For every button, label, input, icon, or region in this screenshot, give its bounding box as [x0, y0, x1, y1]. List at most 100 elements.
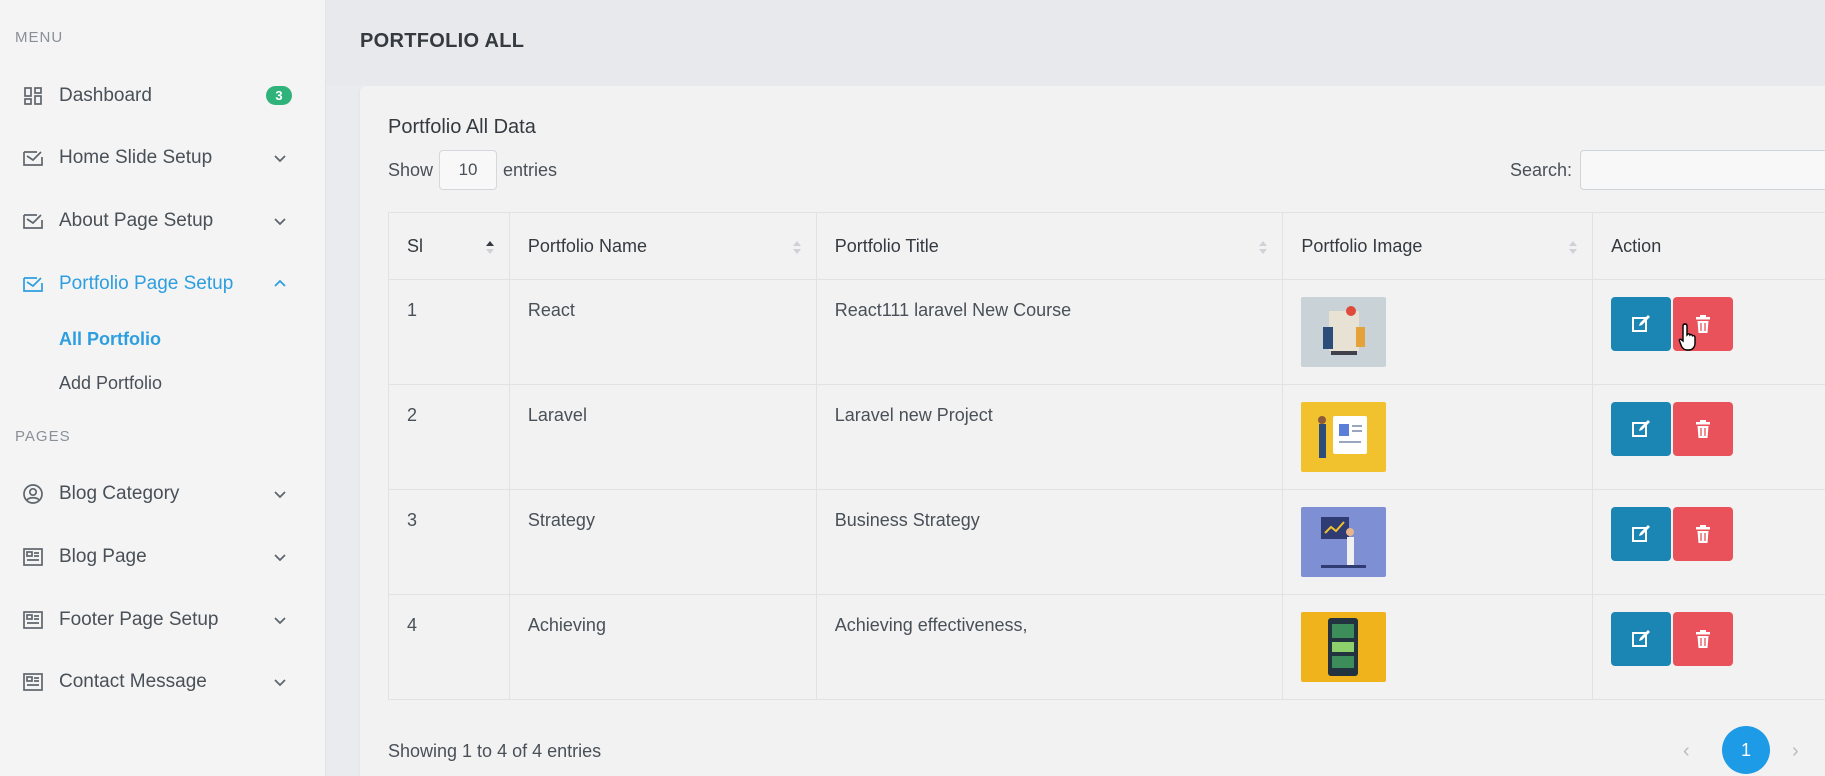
pagination-previous[interactable]: ‹	[1683, 740, 1690, 763]
cell-portfolio-image	[1282, 489, 1594, 595]
chevron-down-icon	[274, 617, 286, 625]
newspaper-icon	[22, 546, 44, 568]
sort-icon	[1569, 241, 1578, 254]
sidebar-item-about-page-setup[interactable]: About Page Setup	[0, 195, 326, 247]
cell-portfolio-title: Laravel new Project	[815, 384, 1284, 490]
edit-icon	[1632, 525, 1651, 542]
sidebar-subitem-add-portfolio[interactable]: Add Portfolio	[59, 373, 162, 394]
pages-section-title: PAGES	[15, 428, 71, 445]
sidebar-subitem-all-portfolio[interactable]: All Portfolio	[59, 329, 161, 350]
newspaper-icon	[22, 671, 44, 693]
sidebar-item-blog-category[interactable]: Blog Category	[0, 468, 326, 520]
edit-icon	[1632, 420, 1651, 437]
portfolio-thumbnail	[1301, 402, 1387, 472]
cell-actions	[1592, 279, 1825, 385]
cell-sl: 4	[388, 594, 510, 700]
delete-button[interactable]	[1673, 612, 1734, 666]
table-row: 3 Strategy Business Strategy	[388, 489, 1825, 595]
sidebar-item-label: Blog Category	[59, 483, 180, 504]
sort-asc-icon	[485, 241, 494, 254]
search-control: Search:	[1510, 150, 1825, 190]
cell-portfolio-image	[1282, 384, 1594, 490]
portfolio-thumbnail	[1301, 612, 1387, 682]
sidebar-item-label: Portfolio Page Setup	[59, 273, 234, 294]
cell-portfolio-name: Strategy	[508, 489, 817, 595]
portfolio-thumbnail	[1301, 297, 1387, 367]
sidebar-item-home-slide-setup[interactable]: Home Slide Setup	[0, 132, 326, 184]
pagination-page-1[interactable]: 1	[1722, 726, 1770, 774]
cell-portfolio-name: Achieving	[508, 594, 817, 700]
newspaper-icon	[22, 609, 44, 631]
delete-button[interactable]	[1673, 507, 1734, 561]
cell-portfolio-image	[1282, 279, 1594, 385]
page-title: PORTFOLIO ALL	[360, 30, 525, 52]
table-info: Showing 1 to 4 of 4 entries	[388, 741, 602, 761]
table-header-row: Sl Portfolio Name Portfolio Title Portfo…	[388, 212, 1825, 280]
portfolio-thumbnail	[1301, 507, 1387, 577]
cell-portfolio-title: React111 laravel New Course	[815, 279, 1284, 385]
portfolio-table: Sl Portfolio Name Portfolio Title Portfo…	[388, 212, 1825, 700]
pagination-next[interactable]: ›	[1792, 740, 1799, 763]
search-input[interactable]	[1580, 150, 1825, 190]
inbox-icon	[22, 273, 44, 295]
card-title: Portfolio All Data	[388, 116, 536, 138]
page-header: PORTFOLIO ALL	[326, 0, 1825, 85]
chevron-up-icon	[274, 279, 286, 287]
menu-section-title: MENU	[15, 29, 64, 46]
entries-label: entries	[503, 159, 558, 180]
sidebar-item-footer-page-setup[interactable]: Footer Page Setup	[0, 594, 326, 646]
cell-sl: 3	[388, 489, 510, 595]
delete-button[interactable]	[1673, 402, 1734, 456]
sidebar: MENU Dashboard 3 Home Slide Setup About …	[0, 0, 326, 776]
table-row: 1 React React111 laravel New Course	[388, 279, 1825, 385]
column-header-portfolio-title[interactable]: Portfolio Title	[815, 212, 1284, 280]
edit-button[interactable]	[1611, 297, 1672, 351]
sidebar-item-dashboard[interactable]: Dashboard 3	[0, 70, 326, 122]
sidebar-item-label: Footer Page Setup	[59, 609, 219, 630]
edit-button[interactable]	[1611, 402, 1672, 456]
chevron-down-icon	[274, 491, 286, 499]
table-row: 2 Laravel Laravel new Project	[388, 384, 1825, 490]
sort-icon	[792, 241, 801, 254]
edit-icon	[1632, 630, 1651, 647]
cell-actions	[1592, 489, 1825, 595]
trash-icon	[1696, 630, 1711, 648]
trash-icon	[1696, 420, 1711, 438]
sidebar-item-label: Dashboard	[59, 85, 152, 106]
chevron-down-icon	[274, 554, 286, 562]
hand-cursor-icon	[1678, 323, 1696, 351]
cell-portfolio-image	[1282, 594, 1594, 700]
chevron-down-icon	[274, 218, 286, 226]
table-row: 4 Achieving Achieving effectiveness,	[388, 594, 1825, 700]
cell-portfolio-title: Achieving effectiveness,	[815, 594, 1284, 700]
sidebar-item-label: Home Slide Setup	[59, 147, 213, 168]
sidebar-item-blog-page[interactable]: Blog Page	[0, 531, 326, 583]
chevron-down-icon	[274, 155, 286, 163]
edit-icon	[1632, 315, 1651, 332]
sidebar-item-label: Contact Message	[59, 671, 207, 692]
column-header-sl[interactable]: Sl	[388, 212, 510, 280]
column-header-action[interactable]: Action	[1592, 212, 1825, 280]
cell-sl: 2	[388, 384, 510, 490]
inbox-icon	[22, 210, 44, 232]
sidebar-item-portfolio-page-setup[interactable]: Portfolio Page Setup	[0, 258, 326, 310]
show-label: Show	[388, 159, 434, 180]
sidebar-item-contact-message[interactable]: Contact Message	[0, 656, 326, 708]
sidebar-item-label: About Page Setup	[59, 210, 214, 231]
entries-select[interactable]: 10	[439, 150, 498, 190]
entries-length-control: Show 10 entries	[388, 150, 557, 190]
column-header-portfolio-name[interactable]: Portfolio Name	[508, 212, 817, 280]
inbox-icon	[22, 147, 44, 169]
chevron-down-icon	[274, 679, 286, 687]
cell-portfolio-title: Business Strategy	[815, 489, 1284, 595]
edit-button[interactable]	[1611, 507, 1672, 561]
trash-icon	[1696, 525, 1711, 543]
cell-actions	[1592, 384, 1825, 490]
edit-button[interactable]	[1611, 612, 1672, 666]
column-header-portfolio-image[interactable]: Portfolio Image	[1282, 212, 1594, 280]
sort-icon	[1259, 241, 1268, 254]
cell-actions	[1592, 594, 1825, 700]
portfolio-card: Portfolio All Data Show 10 entries Searc…	[360, 86, 1825, 776]
user-circle-icon	[22, 483, 44, 505]
cell-portfolio-name: Laravel	[508, 384, 817, 490]
